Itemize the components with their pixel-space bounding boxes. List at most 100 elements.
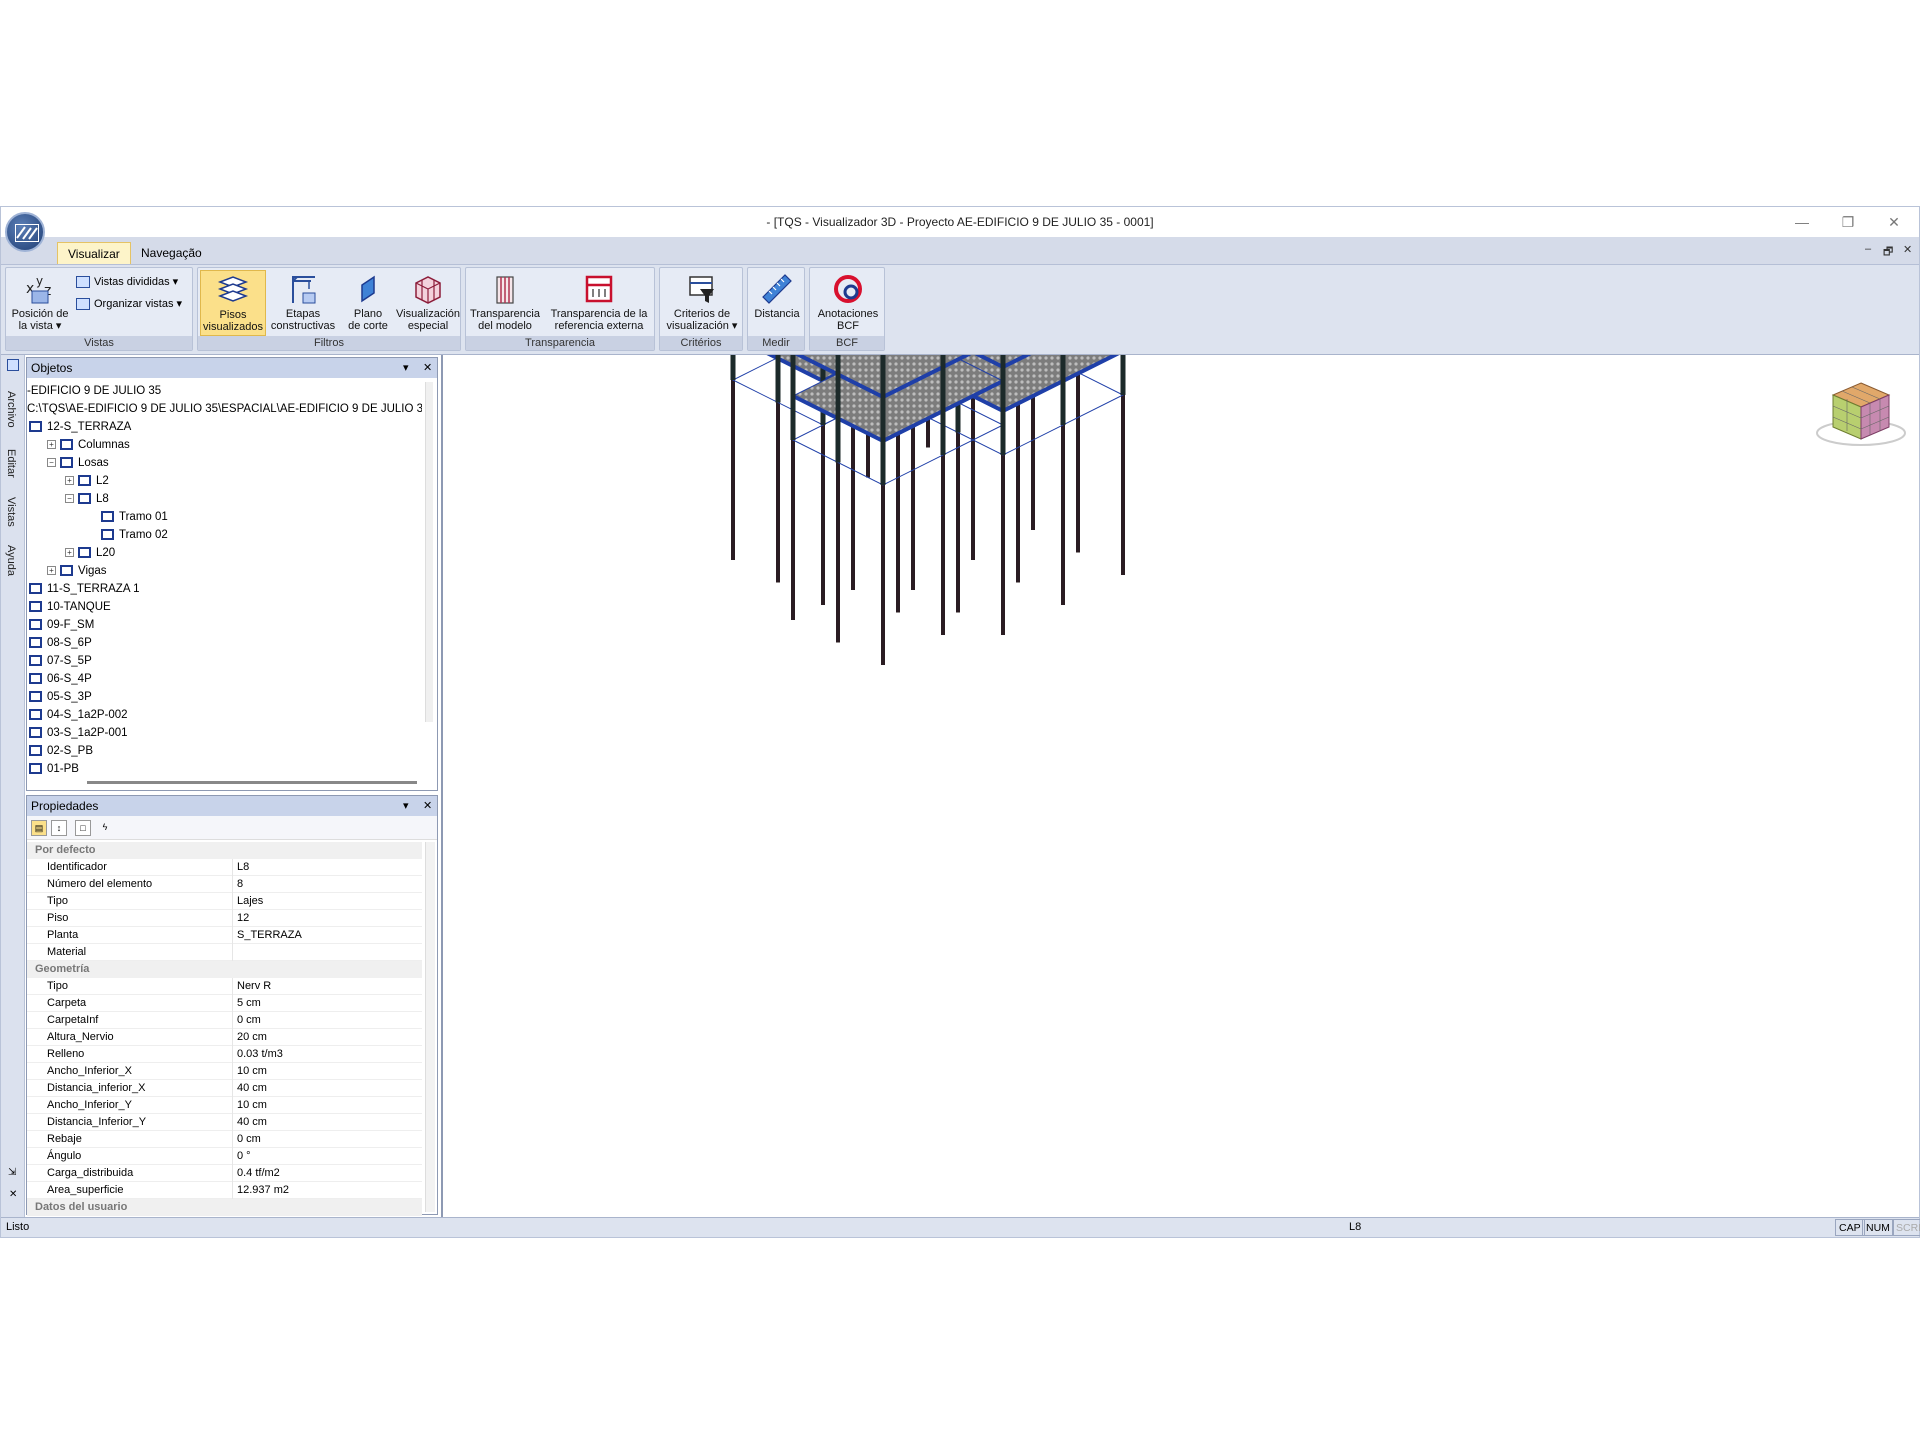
posicion-vista-button[interactable]: x y z Posición de la vista ▾ [8, 270, 72, 336]
property-category[interactable]: Geometría [27, 961, 422, 978]
property-row[interactable]: Altura_Nervio 20 cm [27, 1029, 422, 1046]
property-value[interactable]: 10 cm [237, 1097, 267, 1114]
tree-node[interactable]: Tramo 02 [101, 526, 168, 544]
tree-node[interactable]: 11-S_TERRAZA 1 [29, 580, 139, 598]
sidetab-vistas[interactable]: Vistas [5, 497, 17, 527]
property-row[interactable]: Identificador L8 [27, 859, 422, 876]
property-value[interactable]: 12 [237, 910, 249, 927]
etapas-constructivas-button[interactable]: Etapas constructivas [268, 270, 338, 336]
property-value[interactable]: S_TERRAZA [237, 927, 302, 944]
property-value[interactable]: 20 cm [237, 1029, 267, 1046]
property-row[interactable]: Número del elemento 8 [27, 876, 422, 893]
sort-alpha-icon[interactable]: ↕ [51, 820, 67, 836]
collapse-icon[interactable]: − [47, 458, 56, 468]
tree-node[interactable]: 03-S_1a2P-001 [29, 724, 128, 742]
vistas-divididas-button[interactable]: Vistas divididas ▾ [76, 272, 178, 292]
tree-vertical-scrollbar[interactable] [425, 382, 433, 722]
transparencia-referencia-button[interactable]: Transparencia de la referencia externa [544, 270, 654, 336]
property-category[interactable]: Datos del usuario [27, 1199, 422, 1216]
property-row[interactable]: CarpetaInf 0 cm [27, 1012, 422, 1029]
property-value[interactable]: L8 [237, 859, 249, 876]
tree-node[interactable]: 12-S_TERRAZA [29, 418, 131, 436]
sidetab-ayuda[interactable]: Ayuda [5, 545, 17, 576]
tree-node[interactable]: + L20 [65, 544, 115, 562]
tree-node[interactable]: 05-S_3P [29, 688, 92, 706]
property-row[interactable]: Piso 12 [27, 910, 422, 927]
tree-node[interactable]: + Columnas [47, 436, 130, 454]
app-menu-button[interactable] [5, 212, 45, 252]
tree-node[interactable]: 09-F_SM [29, 616, 94, 634]
tree-node[interactable]: 02-S_PB [29, 742, 93, 760]
mdi-restore-button[interactable]: 🗗 [1883, 243, 1893, 262]
strip-pin-icon[interactable]: ⇲ [8, 1167, 16, 1178]
tab-navegacao[interactable]: Navegação [131, 242, 212, 264]
property-row[interactable]: Ancho_Inferior_X 10 cm [27, 1063, 422, 1080]
tree-node[interactable]: + L2 [65, 472, 109, 490]
property-value[interactable]: Lajes [237, 893, 263, 910]
property-row[interactable]: Tipo Lajes [27, 893, 422, 910]
property-value[interactable]: 0.4 tf/m2 [237, 1165, 280, 1182]
sidetab-editar[interactable]: Editar [5, 449, 17, 478]
property-row[interactable]: Tipo Nerv R [27, 978, 422, 995]
property-row[interactable]: Carpeta 5 cm [27, 995, 422, 1012]
tree-node[interactable]: C:\TQS\AE-EDIFICIO 9 DE JULIO 35\ESPACIA… [27, 400, 422, 418]
anotaciones-bcf-button[interactable]: Anotaciones BCF [812, 270, 884, 336]
property-grid[interactable]: Por defecto Identificador L8 Número del ele… [27, 842, 422, 1216]
property-value[interactable]: 40 cm [237, 1080, 267, 1097]
property-value[interactable]: 0.03 t/m3 [237, 1046, 283, 1063]
view-cube-icon[interactable] [1815, 375, 1911, 455]
property-row[interactable]: Carga_distribuida 0.4 tf/m2 [27, 1165, 422, 1182]
plano-corte-button[interactable]: Plano de corte [340, 270, 396, 336]
tree-node[interactable]: Tramo 01 [101, 508, 168, 526]
property-row[interactable]: Ángulo 0 ° [27, 1148, 422, 1165]
sidetab-archivo[interactable]: Archivo [5, 391, 17, 428]
property-category[interactable]: Por defecto [27, 842, 422, 859]
property-row[interactable]: Ancho_Inferior_Y 10 cm [27, 1097, 422, 1114]
object-tree[interactable]: -EDIFICIO 9 DE JULIO 35 C:\TQS\AE-EDIFICI… [27, 379, 422, 779]
tree-node[interactable]: 07-S_5P [29, 652, 92, 670]
tree-node[interactable]: + Vigas [47, 562, 107, 580]
property-row[interactable]: Area_superficie 12.937 m2 [27, 1182, 422, 1199]
property-value[interactable]: 5 cm [237, 995, 261, 1012]
tree-node[interactable]: 01-PB [29, 760, 79, 778]
property-row[interactable]: Distancia_inferior_X 40 cm [27, 1080, 422, 1097]
property-value[interactable]: 0 cm [237, 1012, 261, 1029]
close-button[interactable]: ✕ [1879, 211, 1909, 233]
strip-close-icon[interactable]: ✕ [9, 1189, 17, 1200]
tree-horizontal-scrollbar[interactable] [87, 781, 417, 784]
property-pages-icon[interactable]: □ [75, 820, 91, 836]
property-value[interactable]: 8 [237, 876, 243, 893]
events-icon[interactable]: ϟ [97, 820, 113, 836]
tree-node[interactable]: 04-S_1a2P-002 [29, 706, 128, 724]
tab-visualizar[interactable]: Visualizar [57, 242, 131, 264]
building-3d-model[interactable] [443, 0, 1919, 1217]
transparencia-modelo-button[interactable]: Transparencia del modelo [468, 270, 542, 336]
property-value[interactable]: Nerv R [237, 978, 271, 995]
expand-icon[interactable]: + [47, 440, 56, 450]
property-row[interactable]: Material [27, 944, 422, 961]
mdi-minimize-button[interactable]: – [1865, 243, 1871, 255]
collapse-icon[interactable]: − [65, 494, 74, 504]
expand-icon[interactable]: + [47, 566, 56, 576]
tree-node[interactable]: 06-S_4P [29, 670, 92, 688]
properties-panel-pin-icon[interactable]: ▾ [403, 796, 409, 816]
criterios-visualizacion-button[interactable]: Criterios de visualización ▾ [662, 270, 742, 336]
property-row[interactable]: Relleno 0.03 t/m3 [27, 1046, 422, 1063]
visualizacion-especial-button[interactable]: Visualización especial [396, 270, 460, 336]
property-row[interactable]: Planta S_TERRAZA [27, 927, 422, 944]
property-value[interactable]: 0 ° [237, 1148, 251, 1165]
objects-panel-close-icon[interactable]: ✕ [423, 358, 432, 378]
property-row[interactable]: Rebaje 0 cm [27, 1131, 422, 1148]
pisos-visualizados-button[interactable]: Pisos visualizados [200, 270, 266, 336]
distancia-button[interactable]: Distancia [750, 270, 804, 336]
properties-panel-close-icon[interactable]: ✕ [423, 796, 432, 816]
minimize-button[interactable]: — [1787, 211, 1817, 233]
mdi-close-button[interactable]: ✕ [1903, 243, 1912, 256]
3d-viewport[interactable] [441, 0, 1919, 1217]
categorized-icon[interactable]: ▤ [31, 820, 47, 836]
property-value[interactable]: 10 cm [237, 1063, 267, 1080]
property-row[interactable]: Distancia_Inferior_Y 40 cm [27, 1114, 422, 1131]
tree-node[interactable]: 08-S_6P [29, 634, 92, 652]
properties-vertical-scrollbar[interactable] [425, 842, 435, 1212]
organizar-vistas-button[interactable]: Organizar vistas ▾ [76, 294, 182, 314]
